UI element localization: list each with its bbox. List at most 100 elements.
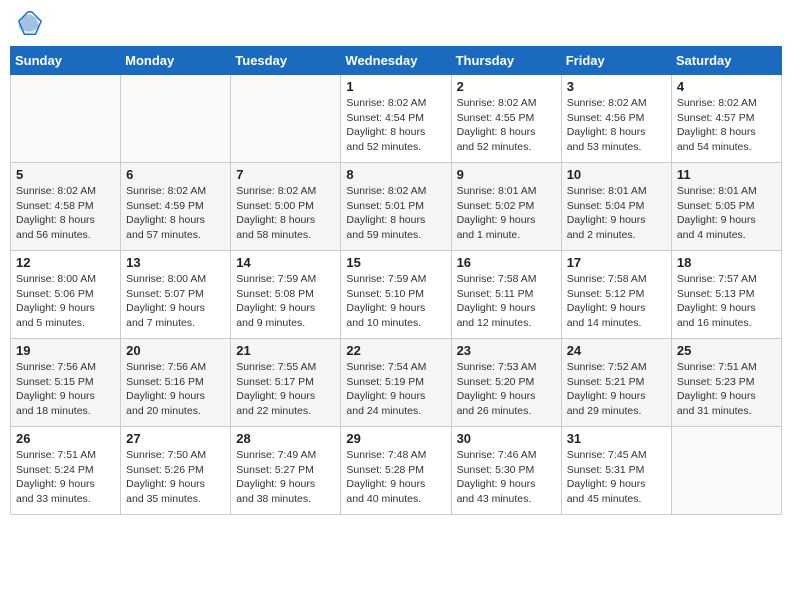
calendar-cell: 3 Sunrise: 8:02 AM Sunset: 4:56 PM Daylig… bbox=[561, 75, 671, 163]
day-info: Sunrise: 8:02 AM Sunset: 4:58 PM Dayligh… bbox=[16, 184, 115, 243]
calendar-week-5: 26 Sunrise: 7:51 AM Sunset: 5:24 PM Dayli… bbox=[11, 427, 782, 515]
day-info: Sunrise: 8:01 AM Sunset: 5:05 PM Dayligh… bbox=[677, 184, 776, 243]
calendar-cell bbox=[671, 427, 781, 515]
day-info: Sunrise: 7:59 AM Sunset: 5:08 PM Dayligh… bbox=[236, 272, 335, 331]
day-number: 17 bbox=[567, 255, 666, 270]
day-number: 16 bbox=[457, 255, 556, 270]
day-number: 13 bbox=[126, 255, 225, 270]
day-number: 23 bbox=[457, 343, 556, 358]
day-number: 5 bbox=[16, 167, 115, 182]
weekday-monday: Monday bbox=[121, 47, 231, 75]
calendar-cell: 2 Sunrise: 8:02 AM Sunset: 4:55 PM Daylig… bbox=[451, 75, 561, 163]
day-number: 12 bbox=[16, 255, 115, 270]
day-number: 2 bbox=[457, 79, 556, 94]
day-number: 11 bbox=[677, 167, 776, 182]
calendar-cell: 27Sunrise: 7:50 AM Sunset: 5:26 PM Dayli… bbox=[121, 427, 231, 515]
day-number: 3 bbox=[567, 79, 666, 94]
day-info: Sunrise: 8:02 AM Sunset: 5:00 PM Dayligh… bbox=[236, 184, 335, 243]
day-number: 4 bbox=[677, 79, 776, 94]
calendar-cell: 26 Sunrise: 7:51 AM Sunset: 5:24 PM Dayli… bbox=[11, 427, 121, 515]
calendar-cell: 10 Sunrise: 8:01 AM Sunset: 5:04 PM Dayli… bbox=[561, 163, 671, 251]
weekday-sunday: Sunday bbox=[11, 47, 121, 75]
day-number: 6 bbox=[126, 167, 225, 182]
calendar-week-3: 12 Sunrise: 8:00 AM Sunset: 5:06 PM Dayli… bbox=[11, 251, 782, 339]
day-number: 21 bbox=[236, 343, 335, 358]
day-number: 1 bbox=[346, 79, 445, 94]
weekday-saturday: Saturday bbox=[671, 47, 781, 75]
day-info: Sunrise: 7:53 AM Sunset: 5:20 PM Dayligh… bbox=[457, 360, 556, 419]
day-info: Sunrise: 7:54 AM Sunset: 5:19 PM Dayligh… bbox=[346, 360, 445, 419]
calendar-cell bbox=[11, 75, 121, 163]
day-info: Sunrise: 7:45 AM Sunset: 5:31 PM Dayligh… bbox=[567, 448, 666, 507]
logo bbox=[15, 10, 47, 38]
day-info: Sunrise: 8:02 AM Sunset: 4:54 PM Dayligh… bbox=[346, 96, 445, 155]
day-number: 7 bbox=[236, 167, 335, 182]
calendar-cell bbox=[231, 75, 341, 163]
calendar-cell: 4 Sunrise: 8:02 AM Sunset: 4:57 PM Daylig… bbox=[671, 75, 781, 163]
calendar-cell: 11 Sunrise: 8:01 AM Sunset: 5:05 PM Dayli… bbox=[671, 163, 781, 251]
day-info: Sunrise: 7:50 AM Sunset: 5:26 PM Dayligh… bbox=[126, 448, 225, 507]
day-number: 25 bbox=[677, 343, 776, 358]
day-number: 30 bbox=[457, 431, 556, 446]
day-info: Sunrise: 8:00 AM Sunset: 5:07 PM Dayligh… bbox=[126, 272, 225, 331]
weekday-friday: Friday bbox=[561, 47, 671, 75]
calendar-cell: 19 Sunrise: 7:56 AM Sunset: 5:15 PM Dayli… bbox=[11, 339, 121, 427]
calendar-week-1: 1 Sunrise: 8:02 AM Sunset: 4:54 PM Daylig… bbox=[11, 75, 782, 163]
calendar-cell: 17Sunrise: 7:58 AM Sunset: 5:12 PM Dayli… bbox=[561, 251, 671, 339]
day-info: Sunrise: 7:52 AM Sunset: 5:21 PM Dayligh… bbox=[567, 360, 666, 419]
weekday-wednesday: Wednesday bbox=[341, 47, 451, 75]
calendar-cell: 9Sunrise: 8:01 AM Sunset: 5:02 PM Daylig… bbox=[451, 163, 561, 251]
calendar-table: SundayMondayTuesdayWednesdayThursdayFrid… bbox=[10, 46, 782, 515]
calendar-header: SundayMondayTuesdayWednesdayThursdayFrid… bbox=[11, 47, 782, 75]
day-info: Sunrise: 8:02 AM Sunset: 4:57 PM Dayligh… bbox=[677, 96, 776, 155]
calendar-week-4: 19 Sunrise: 7:56 AM Sunset: 5:15 PM Dayli… bbox=[11, 339, 782, 427]
day-number: 18 bbox=[677, 255, 776, 270]
weekday-tuesday: Tuesday bbox=[231, 47, 341, 75]
weekday-thursday: Thursday bbox=[451, 47, 561, 75]
calendar-cell: 8Sunrise: 8:02 AM Sunset: 5:01 PM Daylig… bbox=[341, 163, 451, 251]
calendar-cell: 20 Sunrise: 7:56 AM Sunset: 5:16 PM Dayli… bbox=[121, 339, 231, 427]
logo-icon bbox=[15, 10, 43, 38]
day-info: Sunrise: 7:56 AM Sunset: 5:15 PM Dayligh… bbox=[16, 360, 115, 419]
day-number: 24 bbox=[567, 343, 666, 358]
day-number: 14 bbox=[236, 255, 335, 270]
day-info: Sunrise: 7:58 AM Sunset: 5:11 PM Dayligh… bbox=[457, 272, 556, 331]
calendar-cell: 30 Sunrise: 7:46 AM Sunset: 5:30 PM Dayli… bbox=[451, 427, 561, 515]
weekday-header-row: SundayMondayTuesdayWednesdayThursdayFrid… bbox=[11, 47, 782, 75]
calendar-cell bbox=[121, 75, 231, 163]
calendar-cell: 12 Sunrise: 8:00 AM Sunset: 5:06 PM Dayli… bbox=[11, 251, 121, 339]
day-number: 29 bbox=[346, 431, 445, 446]
day-info: Sunrise: 7:57 AM Sunset: 5:13 PM Dayligh… bbox=[677, 272, 776, 331]
day-info: Sunrise: 8:02 AM Sunset: 4:56 PM Dayligh… bbox=[567, 96, 666, 155]
day-info: Sunrise: 7:51 AM Sunset: 5:23 PM Dayligh… bbox=[677, 360, 776, 419]
calendar-cell: 16 Sunrise: 7:58 AM Sunset: 5:11 PM Dayli… bbox=[451, 251, 561, 339]
day-number: 10 bbox=[567, 167, 666, 182]
day-number: 9 bbox=[457, 167, 556, 182]
day-info: Sunrise: 7:48 AM Sunset: 5:28 PM Dayligh… bbox=[346, 448, 445, 507]
calendar-cell: 25 Sunrise: 7:51 AM Sunset: 5:23 PM Dayli… bbox=[671, 339, 781, 427]
day-info: Sunrise: 8:02 AM Sunset: 5:01 PM Dayligh… bbox=[346, 184, 445, 243]
day-number: 19 bbox=[16, 343, 115, 358]
day-number: 20 bbox=[126, 343, 225, 358]
calendar-body: 1 Sunrise: 8:02 AM Sunset: 4:54 PM Daylig… bbox=[11, 75, 782, 515]
day-info: Sunrise: 7:56 AM Sunset: 5:16 PM Dayligh… bbox=[126, 360, 225, 419]
day-number: 26 bbox=[16, 431, 115, 446]
day-info: Sunrise: 8:02 AM Sunset: 4:55 PM Dayligh… bbox=[457, 96, 556, 155]
calendar-week-2: 5 Sunrise: 8:02 AM Sunset: 4:58 PM Daylig… bbox=[11, 163, 782, 251]
day-number: 15 bbox=[346, 255, 445, 270]
day-info: Sunrise: 8:00 AM Sunset: 5:06 PM Dayligh… bbox=[16, 272, 115, 331]
day-info: Sunrise: 8:01 AM Sunset: 5:04 PM Dayligh… bbox=[567, 184, 666, 243]
calendar-cell: 21Sunrise: 7:55 AM Sunset: 5:17 PM Dayli… bbox=[231, 339, 341, 427]
calendar-cell: 23 Sunrise: 7:53 AM Sunset: 5:20 PM Dayli… bbox=[451, 339, 561, 427]
calendar-cell: 1 Sunrise: 8:02 AM Sunset: 4:54 PM Daylig… bbox=[341, 75, 451, 163]
day-info: Sunrise: 7:46 AM Sunset: 5:30 PM Dayligh… bbox=[457, 448, 556, 507]
page-header bbox=[10, 10, 782, 38]
day-info: Sunrise: 7:51 AM Sunset: 5:24 PM Dayligh… bbox=[16, 448, 115, 507]
day-info: Sunrise: 7:59 AM Sunset: 5:10 PM Dayligh… bbox=[346, 272, 445, 331]
calendar-cell: 31Sunrise: 7:45 AM Sunset: 5:31 PM Dayli… bbox=[561, 427, 671, 515]
calendar-cell: 7 Sunrise: 8:02 AM Sunset: 5:00 PM Daylig… bbox=[231, 163, 341, 251]
calendar-cell: 5 Sunrise: 8:02 AM Sunset: 4:58 PM Daylig… bbox=[11, 163, 121, 251]
calendar-cell: 28Sunrise: 7:49 AM Sunset: 5:27 PM Dayli… bbox=[231, 427, 341, 515]
day-number: 28 bbox=[236, 431, 335, 446]
calendar-cell: 29 Sunrise: 7:48 AM Sunset: 5:28 PM Dayli… bbox=[341, 427, 451, 515]
